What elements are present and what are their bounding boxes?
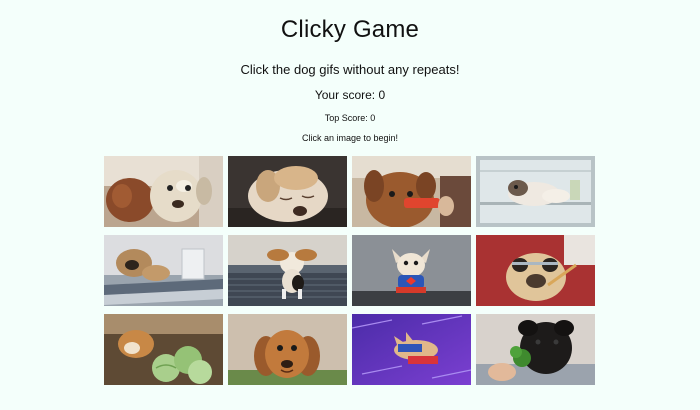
current-score: Your score: 0 [314, 88, 386, 102]
corgi-with-cabbage-icon [104, 314, 223, 385]
dog-image-tile-2[interactable] [228, 156, 347, 227]
dog-image-tile-11[interactable] [352, 314, 471, 385]
dog-in-fridge-icon [476, 156, 595, 227]
two-dogs-close-up-icon [104, 156, 223, 227]
dog-image-tile-3[interactable] [352, 156, 471, 227]
dog-image-tile-8[interactable] [476, 235, 595, 306]
page-title: Clicky Game [280, 16, 420, 43]
chihuahua-superman-icon [352, 235, 471, 306]
status-message: Click an image to begin! [301, 133, 399, 143]
instructions-text: Click the dog gifs without any repeats! [240, 62, 460, 77]
dog-image-tile-7[interactable] [352, 235, 471, 306]
dog-image-tile-9[interactable] [104, 314, 223, 385]
image-grid [104, 156, 596, 385]
beagle-puppy-jumping-icon [228, 235, 347, 306]
dog-image-tile-12[interactable] [476, 314, 595, 385]
top-score: Top Score: 0 [324, 113, 376, 123]
chihuahua-flying-icon [352, 314, 471, 385]
dog-image-tile-10[interactable] [228, 314, 347, 385]
dachshund-face-icon [228, 314, 347, 385]
dog-image-tile-6[interactable] [228, 235, 347, 306]
dog-image-tile-4[interactable] [476, 156, 595, 227]
black-pug-broccoli-icon [476, 314, 595, 385]
dog-image-tile-5[interactable] [104, 235, 223, 306]
dog-with-treat-icon [352, 156, 471, 227]
sleepy-puppy-icon [228, 156, 347, 227]
pug-on-bed-icon [104, 235, 223, 306]
pug-with-sunglasses-icon [476, 235, 595, 306]
dog-image-tile-1[interactable] [104, 156, 223, 227]
